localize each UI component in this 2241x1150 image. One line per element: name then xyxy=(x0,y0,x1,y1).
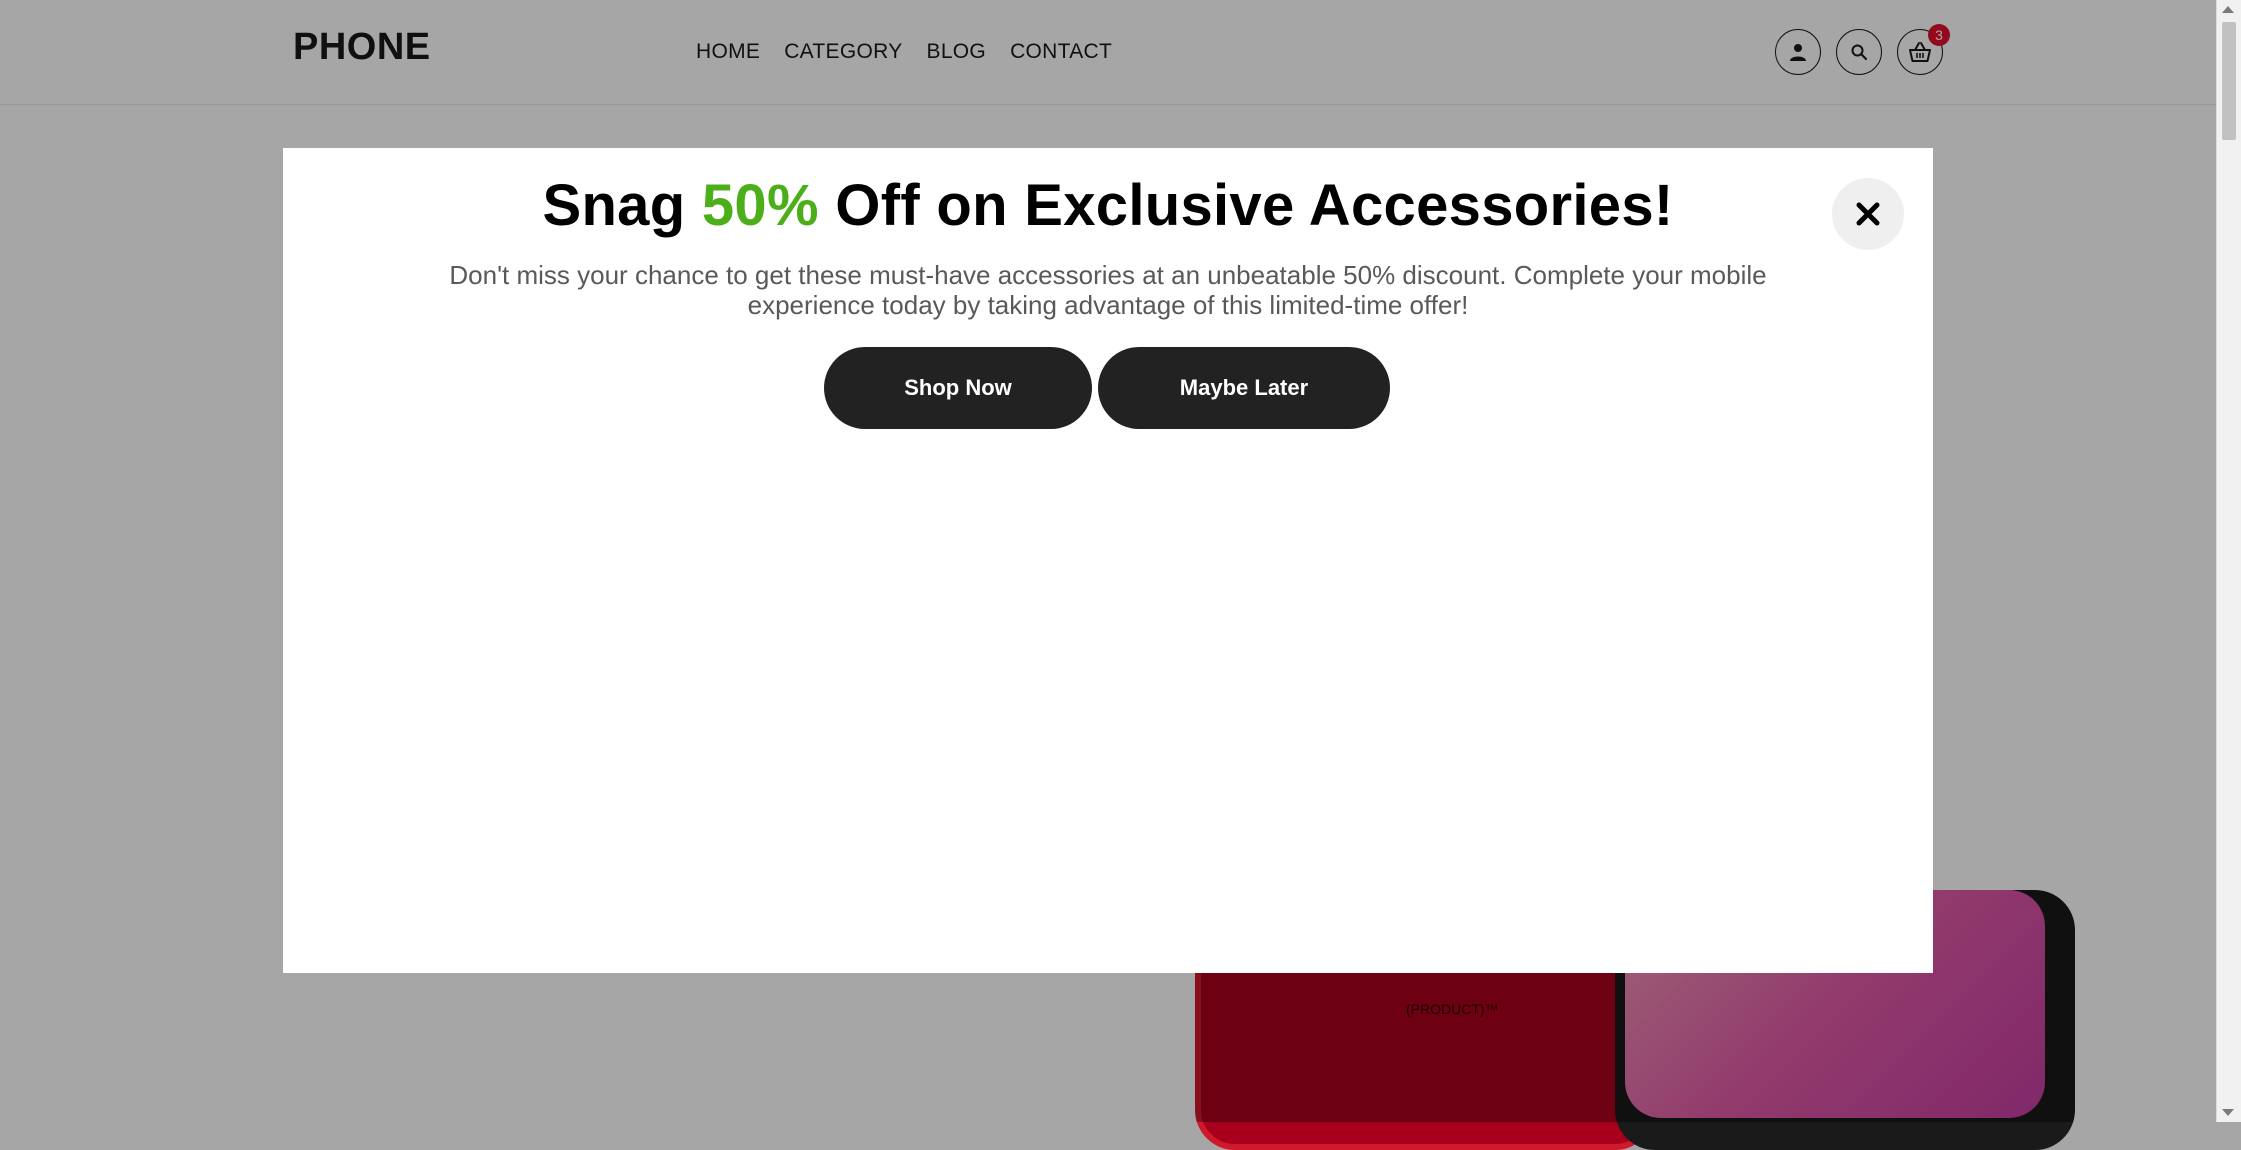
modal-title: Snag 50% Off on Exclusive Accessories! xyxy=(283,172,1933,239)
page-scrollbar[interactable] xyxy=(2216,0,2241,1122)
modal-actions: Shop Now Maybe Later xyxy=(824,347,1390,429)
title-highlight: 50% xyxy=(701,173,819,238)
modal-description: Don't miss your chance to get these must… xyxy=(449,260,1767,320)
scroll-up-arrow-icon[interactable] xyxy=(2222,6,2234,13)
scroll-thumb[interactable] xyxy=(2222,22,2236,140)
scroll-down-arrow-icon[interactable] xyxy=(2222,1109,2234,1116)
title-suffix: Off on Exclusive Accessories! xyxy=(818,173,1674,238)
title-prefix: Snag xyxy=(542,173,702,238)
close-icon xyxy=(1856,202,1880,226)
promo-modal: Snag 50% Off on Exclusive Accessories! D… xyxy=(283,148,1933,973)
modal-close-button[interactable] xyxy=(1832,178,1904,250)
maybe-later-button[interactable]: Maybe Later xyxy=(1098,347,1390,429)
shop-now-button[interactable]: Shop Now xyxy=(824,347,1092,429)
